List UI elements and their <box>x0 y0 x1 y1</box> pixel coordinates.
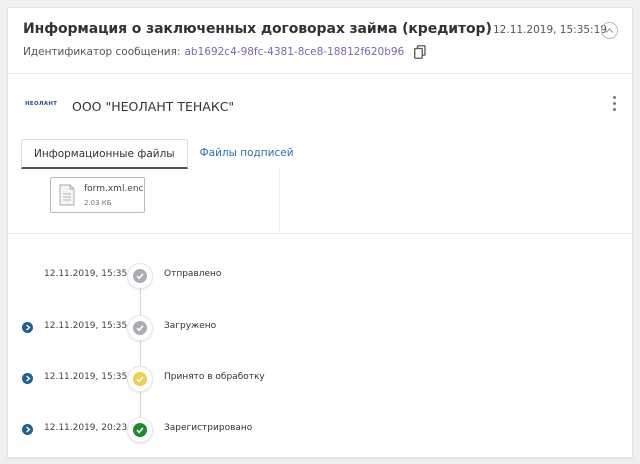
org-name: ООО "НЕОЛАНТ ТЕНАКС" <box>72 99 235 114</box>
message-id-value[interactable]: ab1692c4-98fc-4381-8ce8-18812f620b96 <box>185 46 405 58</box>
tab-signature-files[interactable]: Файлы подписей <box>188 139 306 169</box>
files-panel: form.xml.enc 2.03 КБ <box>21 169 280 231</box>
chevron-up-icon <box>605 28 614 33</box>
check-icon <box>133 269 147 283</box>
chevron-right-icon[interactable] <box>22 373 33 384</box>
status-node <box>128 316 152 340</box>
timeline-time: 12.11.2019, 15:35 <box>44 269 128 279</box>
file-name: form.xml.enc <box>84 184 144 194</box>
timeline-status: Отправлено <box>164 269 222 279</box>
page-title: Информация о заключенных договорах займа… <box>23 21 492 37</box>
message-id-label: Идентификатор сообщения: <box>23 46 181 58</box>
timeline-item: 12.11.2019, 15:35 Отправлено <box>8 264 632 288</box>
timeline-status: Принято в обработку <box>164 372 265 382</box>
status-node <box>128 418 152 442</box>
file-tile[interactable]: form.xml.enc 2.03 КБ <box>50 177 145 213</box>
timeline-item: 12.11.2019, 20:23 Зарегистрировано <box>8 418 632 442</box>
timeline-item: 12.11.2019, 15:35 Загружено <box>8 316 632 340</box>
timeline-status: Зарегистрировано <box>164 423 253 433</box>
status-node <box>128 264 152 288</box>
timeline-time: 12.11.2019, 20:23 <box>44 423 128 433</box>
timeline-time: 12.11.2019, 15:35 <box>44 372 128 382</box>
header-timestamp: 12.11.2019, 15:35:19 <box>493 24 607 36</box>
org-logo: НЕОЛАНТ <box>25 101 58 107</box>
timeline-status: Загружено <box>164 321 217 331</box>
timeline-time: 12.11.2019, 15:35 <box>44 321 128 331</box>
organization-row: НЕОЛАНТ ООО "НЕОЛАНТ ТЕНАКС" <box>8 74 632 132</box>
chevron-right-icon[interactable] <box>22 322 33 333</box>
copy-icon[interactable] <box>414 45 428 59</box>
check-icon <box>133 423 147 437</box>
timeline-item: 12.11.2019, 15:35 Принято в обработку <box>8 367 632 391</box>
chevron-right-icon[interactable] <box>22 424 33 435</box>
tab-info-files[interactable]: Информационные файлы <box>21 139 188 169</box>
kebab-menu-icon[interactable] <box>609 96 619 116</box>
check-icon <box>133 372 147 386</box>
card-header: Информация о заключенных договорах займа… <box>8 8 632 74</box>
message-card: Информация о заключенных договорах займа… <box>7 7 633 458</box>
file-size: 2.03 КБ <box>84 199 112 207</box>
status-node <box>128 367 152 391</box>
check-icon <box>133 321 147 335</box>
timeline-connector <box>140 272 141 427</box>
file-tabs: Информационные файлы Файлы подписей <box>21 139 306 169</box>
collapse-button[interactable] <box>601 22 618 39</box>
message-id-row: Идентификатор сообщения: ab1692c4-98fc-4… <box>23 45 428 59</box>
status-timeline: 12.11.2019, 15:35 Отправлено 12.11.2019,… <box>8 234 632 457</box>
document-icon <box>59 184 75 206</box>
